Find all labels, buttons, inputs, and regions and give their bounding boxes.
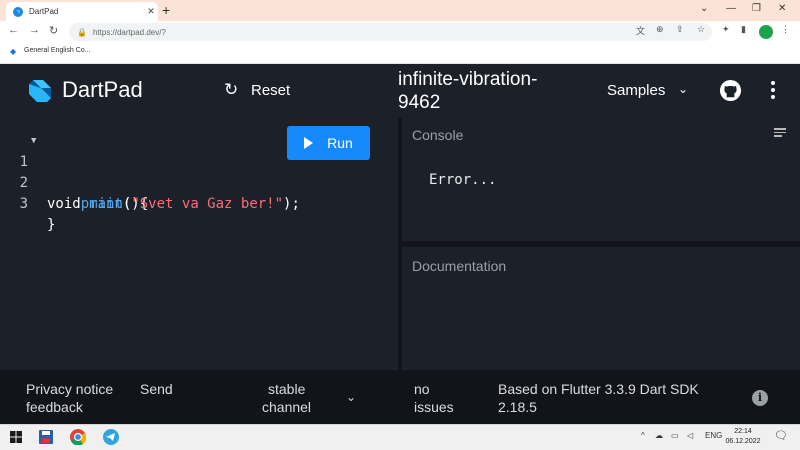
back-icon[interactable]: ← xyxy=(8,24,19,36)
pad-title: infinite-vibration-9462 xyxy=(398,69,538,113)
tab-title: DartPad xyxy=(29,7,59,16)
bookmark-favicon-icon: ◆ xyxy=(10,47,17,56)
channel-chevron-icon[interactable]: ⌄ xyxy=(346,388,356,406)
play-icon xyxy=(304,137,314,149)
tab-close-icon[interactable]: ✕ xyxy=(144,6,158,17)
clock-time: 22:14 xyxy=(734,428,752,435)
run-label: Run xyxy=(327,135,353,151)
sdk-version: Based on Flutter 3.3.9 Dart SDK xyxy=(498,381,699,397)
code-line: 3 } xyxy=(0,173,56,233)
send-feedback-link[interactable]: Send xyxy=(140,380,173,398)
feedback-link[interactable]: feedback xyxy=(26,398,83,416)
brand-name[interactable]: DartPad xyxy=(62,77,143,103)
github-icon[interactable] xyxy=(719,79,742,102)
forward-icon[interactable]: → xyxy=(29,24,40,36)
profile-avatar[interactable] xyxy=(759,25,773,39)
tray-cloud-icon[interactable]: ☁ xyxy=(655,431,663,440)
new-tab-icon[interactable]: + xyxy=(162,2,170,19)
info-icon[interactable]: i xyxy=(752,390,768,406)
tray-network-icon[interactable]: ▭ xyxy=(671,431,679,440)
fold-arrow-icon[interactable]: ▼ xyxy=(31,131,36,152)
bookmarks-bar xyxy=(0,43,800,64)
console-output: Error... xyxy=(429,172,497,188)
share-icon[interactable]: ⇪ xyxy=(676,24,684,35)
dart-favicon-icon xyxy=(13,6,23,17)
channel-label[interactable]: channel xyxy=(262,398,311,416)
tab-search-icon[interactable]: ⌄ xyxy=(700,3,708,14)
dart-logo-icon xyxy=(29,80,51,102)
console-title: Console xyxy=(412,127,464,143)
chrome-menu-icon[interactable]: ⋮ xyxy=(781,24,790,35)
run-button[interactable]: Run xyxy=(287,126,370,160)
more-options-icon[interactable] xyxy=(768,81,778,101)
reset-icon[interactable]: ↻ xyxy=(224,80,238,100)
translate-icon[interactable]: 文 xyxy=(636,24,645,37)
windows-start-icon[interactable] xyxy=(10,431,22,443)
browser-tab[interactable]: DartPad ✕ xyxy=(6,2,158,21)
sidepanel-icon[interactable]: ▮ xyxy=(741,24,746,35)
reset-button[interactable]: Reset xyxy=(251,82,290,99)
code-text: print("Svet va Gaz ber!"); xyxy=(80,196,300,212)
windows-taskbar xyxy=(0,424,800,450)
chevron-down-icon[interactable]: ⌄ xyxy=(678,82,688,96)
issues-status: issues xyxy=(414,399,454,415)
telegram-icon[interactable] xyxy=(103,429,119,445)
samples-dropdown[interactable]: Samples xyxy=(607,82,665,99)
language-indicator[interactable]: ENG xyxy=(705,431,722,440)
extensions-icon[interactable]: ✦ xyxy=(722,24,730,35)
code-text: } xyxy=(47,217,56,233)
notification-icon[interactable]: 🗨 xyxy=(774,429,788,442)
clear-console-icon[interactable] xyxy=(774,128,786,139)
minimize-icon[interactable]: — xyxy=(726,3,736,14)
tray-volume-icon[interactable]: ◁ xyxy=(687,431,693,440)
bookmark-item[interactable]: General English Co... xyxy=(24,47,91,54)
taskbar-clock[interactable]: 22:14 06.12.2022 xyxy=(722,427,764,447)
url-text: https://dartpad.dev/? xyxy=(92,27,166,37)
reload-icon[interactable]: ↻ xyxy=(49,24,58,37)
sdk-version: 2.18.5 xyxy=(498,399,537,415)
lock-icon: 🔒 xyxy=(77,27,87,37)
clock-date: 06.12.2022 xyxy=(725,438,761,445)
window-close-icon[interactable]: ✕ xyxy=(778,3,786,14)
code-line: 1 ▼ void main(){ xyxy=(0,131,149,212)
zoom-icon[interactable]: ⊕ xyxy=(656,24,664,35)
restore-icon[interactable]: ❐ xyxy=(752,3,761,14)
channel-label[interactable]: stable xyxy=(268,380,305,398)
line-number: 3 xyxy=(19,196,28,212)
chrome-icon[interactable] xyxy=(70,429,86,445)
privacy-notice-link[interactable]: Privacy notice xyxy=(26,380,113,398)
bookmark-star-icon[interactable]: ☆ xyxy=(697,24,705,35)
documentation-title: Documentation xyxy=(412,258,507,274)
issues-status: no xyxy=(414,381,430,397)
code-line: 2 print("Svet va Gaz ber!"); xyxy=(0,152,300,212)
address-bar[interactable]: 🔒 https://dartpad.dev/? xyxy=(69,23,712,41)
save-app-icon[interactable] xyxy=(39,430,53,444)
tray-chevron-icon[interactable]: ^ xyxy=(641,431,645,440)
